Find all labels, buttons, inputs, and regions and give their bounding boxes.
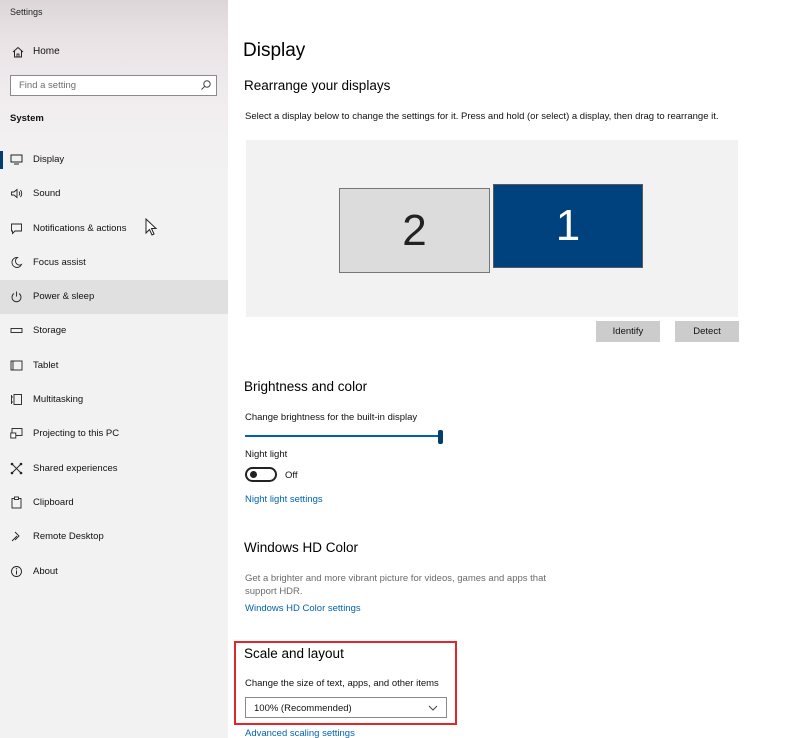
sidebar-item-label: Notifications & actions [33, 222, 127, 234]
sidebar-item-shared-experiences[interactable]: Shared experiences [0, 452, 228, 486]
chevron-down-icon [428, 705, 438, 711]
sidebar-item-label: Display [33, 154, 65, 165]
hdr-settings-link[interactable]: Windows HD Color settings [245, 603, 361, 614]
selected-indicator [0, 151, 3, 169]
clipboard-icon [11, 496, 22, 509]
sidebar-item-label: Storage [33, 325, 67, 337]
section-title-system: System [10, 113, 44, 124]
night-light-toggle[interactable] [245, 467, 277, 482]
sidebar-nav: Display Sound Notifications & actions Fo… [0, 143, 228, 589]
sidebar-item-label: About [33, 565, 58, 577]
app-title: Settings [10, 7, 43, 17]
sidebar-item-sound[interactable]: Sound [0, 177, 228, 211]
night-light-label: Night light [245, 449, 288, 460]
sidebar-item-about[interactable]: About [0, 555, 228, 589]
tablet-icon [10, 360, 23, 371]
sidebar-item-storage[interactable]: Storage [0, 314, 228, 348]
search-input[interactable]: Find a setting [10, 75, 217, 96]
sidebar-item-label: Sound [33, 188, 61, 200]
identify-button[interactable]: Identify [596, 321, 660, 342]
night-light-state: Off [285, 470, 298, 481]
scale-heading: Scale and layout [244, 646, 344, 661]
search-icon[interactable] [200, 79, 212, 91]
speaker-icon [11, 188, 23, 199]
info-icon [11, 565, 22, 577]
page-title: Display [243, 40, 306, 61]
mouse-cursor-icon [145, 218, 158, 236]
slider-track [245, 435, 440, 437]
hdr-heading: Windows HD Color [244, 540, 359, 555]
monitor-icon [10, 154, 23, 165]
scale-dropdown[interactable]: 100% (Recommended) [245, 697, 447, 718]
scale-dropdown-value: 100% (Recommended) [254, 703, 352, 714]
rearrange-heading: Rearrange your displays [244, 78, 391, 93]
sidebar-item-label: Projecting to this PC [33, 428, 120, 440]
home-label: Home [33, 46, 60, 57]
sidebar-item-label: Remote Desktop [33, 531, 104, 543]
sidebar-item-projecting[interactable]: Projecting to this PC [0, 417, 228, 451]
search-placeholder: Find a setting [19, 80, 77, 91]
sidebar-item-clipboard[interactable]: Clipboard [0, 486, 228, 520]
rearrange-description: Select a display below to change the set… [245, 111, 719, 122]
sidebar-item-label: Focus assist [33, 256, 86, 268]
shared-icon [10, 462, 23, 474]
home-icon [12, 46, 24, 58]
sidebar-item-label: Tablet [33, 359, 59, 371]
multitasking-icon [11, 394, 22, 406]
scale-label: Change the size of text, apps, and other… [245, 678, 439, 689]
home-nav-item[interactable]: Home [0, 40, 228, 64]
power-icon [11, 291, 22, 303]
advanced-scaling-link[interactable]: Advanced scaling settings [245, 728, 355, 738]
sidebar-item-notifications[interactable]: Notifications & actions [0, 212, 228, 246]
sidebar-item-display[interactable]: Display [0, 143, 228, 177]
sidebar-item-label: Multitasking [33, 394, 84, 406]
sidebar-item-label: Shared experiences [33, 462, 118, 474]
storage-icon [10, 328, 23, 334]
hdr-description: Get a brighter and more vibrant picture … [245, 573, 546, 597]
night-light-settings-link[interactable]: Night light settings [245, 494, 323, 505]
moon-icon [11, 256, 23, 268]
sidebar-item-power-sleep[interactable]: Power & sleep [0, 280, 228, 315]
notification-icon [11, 223, 22, 235]
sidebar-item-label: Power & sleep [33, 291, 95, 303]
monitor-1[interactable]: 1 [493, 184, 643, 268]
sidebar-item-tablet[interactable]: Tablet [0, 349, 228, 383]
sidebar: Settings Home Find a setting System Disp… [0, 0, 228, 738]
sidebar-item-focus-assist[interactable]: Focus assist [0, 246, 228, 280]
sidebar-item-multitasking[interactable]: Multitasking [0, 383, 228, 417]
sidebar-item-remote-desktop[interactable]: Remote Desktop [0, 520, 228, 554]
detect-button[interactable]: Detect [675, 321, 739, 342]
display-arrangement-area[interactable]: 2 1 [246, 140, 738, 317]
slider-thumb[interactable] [438, 430, 443, 444]
brightness-slider-label: Change brightness for the built-in displ… [245, 412, 418, 423]
projecting-icon [10, 428, 23, 439]
sidebar-item-label: Clipboard [33, 496, 74, 508]
brightness-slider[interactable] [245, 430, 445, 444]
toggle-knob [250, 471, 257, 478]
monitor-2[interactable]: 2 [339, 188, 490, 273]
main-content: Display Rearrange your displays Select a… [228, 0, 800, 738]
brightness-heading: Brightness and color [244, 379, 368, 394]
remote-desktop-icon [11, 531, 20, 542]
